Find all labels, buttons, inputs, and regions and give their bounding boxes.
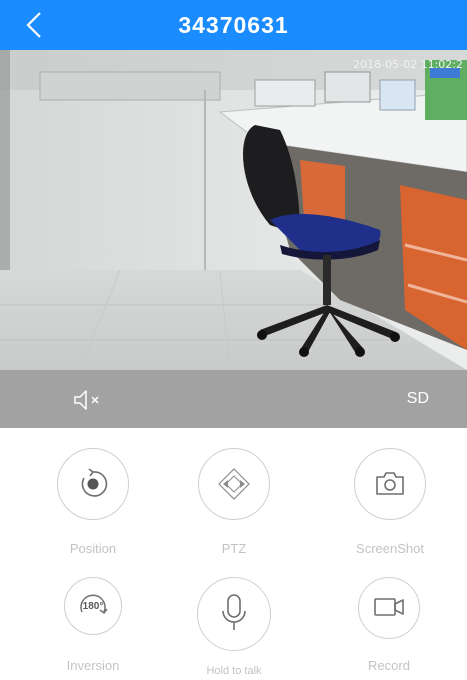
page-title: 34370631 xyxy=(178,12,289,38)
position-button[interactable]: Position xyxy=(54,446,132,566)
rotate-180-text: 180° xyxy=(83,601,104,612)
inversion-label: Inversion xyxy=(66,658,120,673)
video-feed[interactable]: 2018-05-02 11:02:2 xyxy=(0,50,467,370)
quality-toggle[interactable]: SD xyxy=(407,388,429,410)
screenshot-button[interactable]: ScreenShot xyxy=(344,446,444,566)
record-label: Record xyxy=(368,658,410,673)
rotate-180-icon: 180° xyxy=(80,594,108,615)
record-button[interactable]: Record xyxy=(348,575,440,680)
camera-view-image xyxy=(0,50,467,370)
microphone-icon xyxy=(222,594,246,630)
position-icon xyxy=(81,468,108,497)
video-control-bar: SD xyxy=(0,370,467,428)
hold-to-talk-label: Hold to talk xyxy=(206,665,262,677)
camera-icon xyxy=(376,472,404,495)
position-label: Position xyxy=(69,541,117,556)
ptz-button[interactable]: PTZ xyxy=(195,446,273,566)
speaker-muted-icon[interactable] xyxy=(72,388,112,412)
ptz-label: PTZ xyxy=(221,541,247,556)
hold-to-talk-button[interactable]: Hold to talk xyxy=(190,575,278,680)
ptz-icon xyxy=(218,468,250,500)
video-camera-icon xyxy=(374,598,404,616)
top-bar: 34370631 xyxy=(0,0,467,50)
screenshot-label: ScreenShot xyxy=(356,541,424,556)
inversion-button[interactable]: 180° Inversion xyxy=(54,575,132,680)
timestamp-overlay: 2018-05-02 11:02:2 xyxy=(353,58,463,71)
